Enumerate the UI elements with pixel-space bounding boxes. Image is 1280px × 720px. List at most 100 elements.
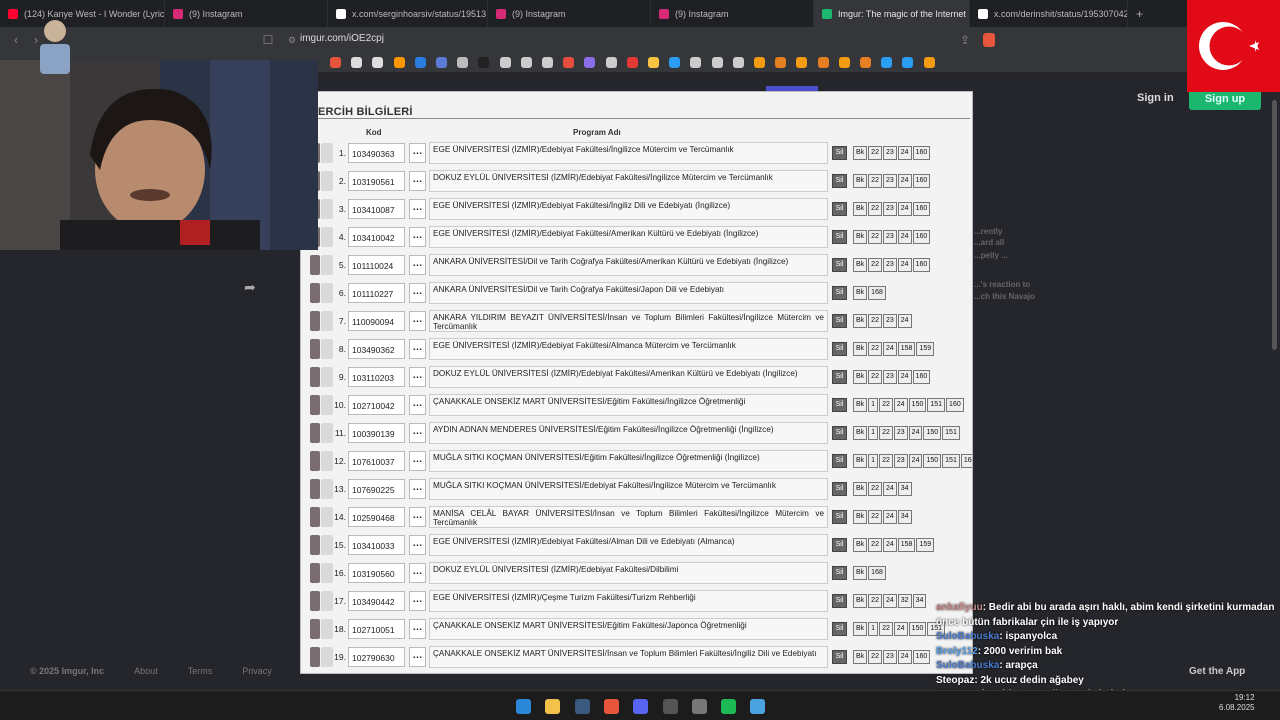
condition-tag[interactable]: 24 (897, 146, 912, 160)
condition-tag[interactable]: Bk (853, 622, 868, 636)
more-options-button[interactable]: … (409, 591, 426, 611)
drag-handle-light-icon[interactable] (321, 367, 333, 387)
brave-icon[interactable] (603, 699, 619, 714)
drag-handle-icon[interactable] (310, 479, 320, 499)
condition-tag[interactable]: 22 (879, 622, 893, 636)
bookmark-icon[interactable] (542, 57, 553, 68)
bookmark-icon[interactable] (478, 57, 490, 68)
bookmark-icon[interactable] (499, 57, 511, 68)
more-options-button[interactable]: … (409, 535, 426, 555)
delete-button[interactable]: Sil (832, 454, 847, 468)
condition-tag[interactable]: 151 (942, 426, 960, 440)
condition-tag[interactable]: Bk (853, 286, 868, 300)
condition-tag[interactable]: 160 (912, 174, 931, 188)
footer-link[interactable]: Privacy (242, 666, 272, 676)
app-icon[interactable] (691, 699, 707, 714)
bookmark-icon[interactable] (605, 57, 617, 68)
more-options-button[interactable]: … (409, 227, 426, 247)
bookmark-icon[interactable] (520, 57, 532, 68)
drag-handle-icon[interactable] (310, 339, 320, 359)
condition-tag[interactable]: 22 (868, 314, 882, 328)
delete-button[interactable]: Sil (832, 230, 847, 244)
bookmark-icon[interactable] (457, 57, 469, 68)
condition-tag[interactable]: 24 (897, 174, 912, 188)
brave-shield-icon[interactable] (983, 33, 995, 47)
delete-button[interactable]: Sil (832, 342, 847, 356)
condition-tag[interactable]: 160 (912, 370, 931, 384)
condition-tag[interactable]: Bk (853, 314, 868, 328)
bookmark-icon[interactable] (902, 57, 914, 68)
delete-button[interactable]: Sil (832, 398, 847, 412)
browser-tab[interactable]: (9) Instagram (165, 0, 328, 27)
browser-tab[interactable]: (124) Kanye West - I Wonder (Lyrics) (0, 0, 165, 27)
discord-icon[interactable] (633, 699, 649, 714)
condition-tag[interactable]: 24 (897, 370, 912, 384)
delete-button[interactable]: Sil (832, 258, 847, 272)
file-explorer-icon[interactable] (545, 699, 561, 714)
delete-button[interactable]: Sil (832, 482, 847, 496)
condition-tag[interactable]: Bk (853, 594, 868, 608)
bookmark-icon[interactable]: ☐ (258, 33, 278, 47)
condition-tag[interactable]: 22 (868, 202, 882, 216)
browser-tab[interactable]: (9) Instagram (488, 0, 651, 27)
condition-tag[interactable]: 159 (916, 538, 935, 552)
bookmark-icon[interactable] (584, 57, 596, 68)
condition-tag[interactable]: 23 (882, 258, 897, 272)
condition-tag[interactable]: 160 (946, 398, 964, 412)
footer-link[interactable]: Terms (188, 666, 213, 676)
bookmark-icon[interactable] (372, 57, 384, 68)
condition-tag[interactable]: 24 (882, 342, 897, 356)
condition-tag[interactable]: 22 (868, 370, 882, 384)
url-field[interactable]: imgur.com/iOE2cpj (300, 33, 384, 44)
condition-tag[interactable]: 22 (868, 174, 882, 188)
more-options-button[interactable]: … (409, 143, 426, 163)
condition-tag[interactable]: 24 (897, 258, 912, 272)
more-options-button[interactable]: … (409, 423, 426, 443)
drag-handle-light-icon[interactable] (321, 199, 333, 219)
condition-tag[interactable]: 23 (882, 314, 897, 328)
browser-tab[interactable]: Imgur: The magic of the Internet✕ (814, 0, 970, 27)
more-options-button[interactable]: … (409, 367, 426, 387)
more-options-button[interactable]: … (409, 619, 426, 639)
delete-button[interactable]: Sil (832, 370, 847, 384)
condition-tag[interactable]: Bk (853, 230, 868, 244)
delete-button[interactable]: Sil (832, 314, 847, 328)
condition-tag[interactable]: 160 (912, 230, 931, 244)
drag-handle-light-icon[interactable] (321, 395, 333, 415)
condition-tag[interactable]: 24 (897, 650, 912, 664)
condition-tag[interactable]: 24 (897, 314, 912, 328)
delete-button[interactable]: Sil (832, 594, 847, 608)
condition-tag[interactable]: 158 (897, 342, 916, 356)
drag-handle-icon[interactable] (310, 367, 320, 387)
condition-tag[interactable]: 34 (912, 594, 927, 608)
drag-handle-light-icon[interactable] (321, 423, 333, 443)
delete-button[interactable]: Sil (832, 202, 847, 216)
condition-tag[interactable]: Bk (853, 538, 868, 552)
condition-tag[interactable]: 23 (882, 230, 897, 244)
drag-handle-light-icon[interactable] (321, 591, 333, 611)
windows-start-icon[interactable] (516, 699, 531, 714)
condition-tag[interactable]: 23 (882, 174, 897, 188)
condition-tag[interactable]: 160 (912, 258, 931, 272)
condition-tag[interactable]: 151 (927, 398, 946, 412)
bookmark-icon[interactable] (330, 57, 341, 68)
bookmark-icon[interactable] (711, 57, 723, 68)
share-arrow-icon[interactable]: ➦ (244, 279, 256, 296)
condition-tag[interactable]: 22 (868, 650, 882, 664)
delete-button[interactable]: Sil (832, 538, 847, 552)
condition-tag[interactable]: 24 (882, 510, 897, 524)
condition-tag[interactable]: 160 (912, 202, 931, 216)
condition-tag[interactable]: 23 (882, 202, 897, 216)
bookmark-icon[interactable] (648, 57, 659, 68)
drag-handle-icon[interactable] (310, 423, 320, 443)
spotify-icon[interactable] (721, 699, 737, 714)
condition-tag[interactable]: 22 (868, 146, 882, 160)
condition-tag[interactable]: 168 (868, 286, 886, 300)
drag-handle-light-icon[interactable] (321, 311, 333, 331)
condition-tag[interactable]: Bk (853, 482, 868, 496)
condition-tag[interactable]: Bk (853, 258, 868, 272)
condition-tag[interactable]: 1 (868, 398, 879, 412)
condition-tag[interactable]: 24 (908, 454, 923, 468)
page-scrollbar[interactable] (1272, 100, 1277, 350)
more-options-button[interactable]: … (409, 507, 426, 527)
